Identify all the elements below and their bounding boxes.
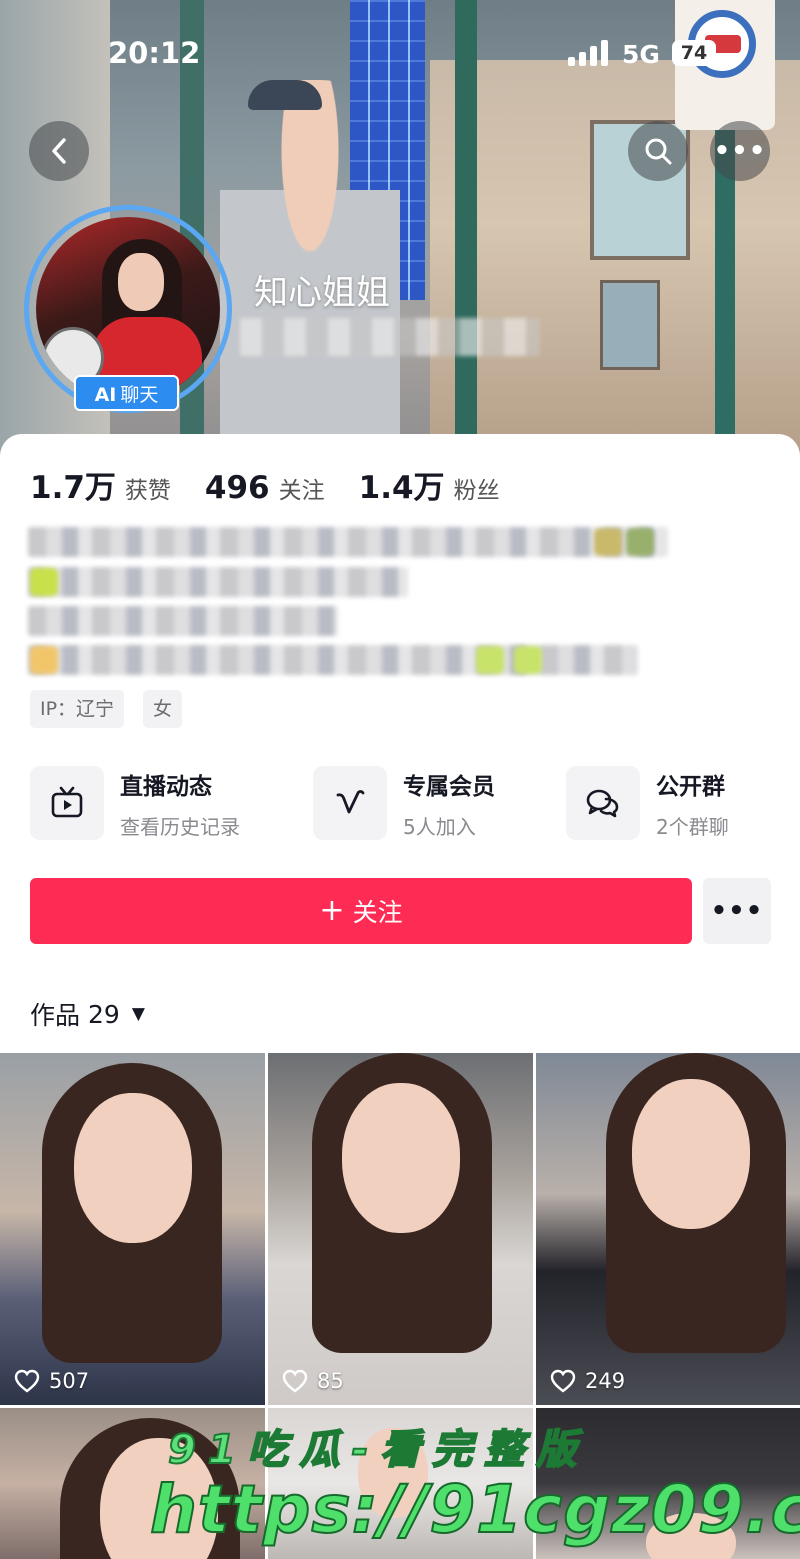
emoji-blurred	[514, 646, 542, 674]
profile-nickname: 知心姐姐	[254, 273, 390, 313]
emoji-blurred	[626, 528, 654, 556]
watermark-line1: 91吃瓜-看完整版	[167, 1426, 589, 1474]
profile-stats: 1.7万 获赞 496 关注 1.4万 粉丝	[30, 462, 534, 507]
search-icon	[645, 138, 672, 165]
like-count-value: 85	[317, 1369, 344, 1393]
feature-membership[interactable]: 专属会员 5人加入	[313, 766, 495, 840]
status-time: 20:12	[108, 36, 201, 70]
profile-more-button[interactable]: •••	[703, 878, 771, 944]
ai-badge-label: 聊天	[120, 384, 159, 406]
feature-public-group[interactable]: 公开群 2个群聊	[566, 766, 729, 840]
battery-icon: 74	[672, 40, 716, 66]
chat-bubbles-icon	[586, 789, 619, 818]
feature-title: 公开群	[656, 773, 725, 800]
blurred-signature	[240, 318, 540, 356]
emoji-blurred	[594, 528, 622, 556]
gender-tag: 女	[143, 690, 183, 728]
feature-subtitle: 2个群聊	[656, 814, 729, 839]
follow-button[interactable]: + 关注	[30, 878, 692, 944]
feature-subtitle: 查看历史记录	[120, 814, 240, 839]
stat-label: 粉丝	[453, 478, 500, 504]
search-button[interactable]	[628, 121, 688, 181]
bio-line-blurred	[28, 567, 408, 597]
bio-line-blurred	[28, 606, 338, 636]
back-button[interactable]	[29, 121, 89, 181]
network-type: 5G	[622, 40, 660, 69]
works-label: 作品	[30, 1001, 81, 1030]
video-thumbnail[interactable]: 85	[268, 1053, 533, 1405]
more-dots-icon: •••	[710, 896, 764, 926]
ip-location-tag: IP：辽宁	[30, 690, 125, 728]
watermark-url: https://91cgz09.com	[149, 1470, 800, 1549]
chevron-left-icon	[52, 138, 66, 164]
like-count: 249	[550, 1369, 625, 1393]
ai-badge-strong: AI	[94, 384, 117, 406]
feature-title: 直播动态	[120, 773, 212, 800]
profile-page: 20:12 5G 74 ••• AI 聊天 知心姐姐 1.7万 获赞 496 关…	[0, 0, 800, 1559]
like-count: 507	[14, 1369, 89, 1393]
tv-icon	[51, 786, 83, 818]
stat-value: 1.4万	[358, 470, 445, 506]
works-tab[interactable]: 作品 29 ▼	[30, 996, 145, 1032]
stat-following[interactable]: 496 关注	[205, 470, 325, 506]
stat-label: 关注	[278, 478, 325, 504]
like-count-value: 507	[49, 1369, 90, 1393]
more-options-button[interactable]: •••	[710, 121, 770, 181]
follow-label: 关注	[352, 898, 403, 927]
more-dots-icon: •••	[713, 136, 767, 166]
plus-icon: +	[319, 893, 345, 928]
feature-live-history[interactable]: 直播动态 查看历史记录	[30, 766, 240, 840]
emoji-blurred	[30, 568, 58, 596]
feature-title: 专属会员	[403, 773, 495, 800]
feature-subtitle: 5人加入	[403, 814, 476, 839]
stat-value: 496	[204, 470, 270, 506]
signal-icon	[568, 40, 610, 66]
video-thumbnail[interactable]: 507	[0, 1053, 265, 1405]
heart-icon	[550, 1369, 576, 1393]
stat-value: 1.7万	[30, 470, 116, 506]
emoji-blurred	[30, 646, 58, 674]
stat-label: 获赞	[124, 478, 171, 504]
like-count-value: 249	[585, 1369, 626, 1393]
bio-line-blurred	[28, 527, 668, 557]
bio-line-blurred	[28, 645, 638, 675]
works-count: 29	[88, 999, 120, 1029]
stat-followers[interactable]: 1.4万 粉丝	[359, 462, 500, 507]
like-count: 85	[282, 1369, 344, 1393]
heart-icon	[282, 1369, 308, 1393]
stat-likes[interactable]: 1.7万 获赞	[30, 462, 171, 507]
heart-icon	[14, 1369, 40, 1393]
emoji-blurred	[476, 646, 504, 674]
ai-chat-badge[interactable]: AI 聊天	[74, 375, 179, 411]
video-thumbnail[interactable]: 249	[536, 1053, 800, 1405]
caret-down-icon: ▼	[131, 1004, 145, 1024]
v-icon	[336, 790, 365, 814]
